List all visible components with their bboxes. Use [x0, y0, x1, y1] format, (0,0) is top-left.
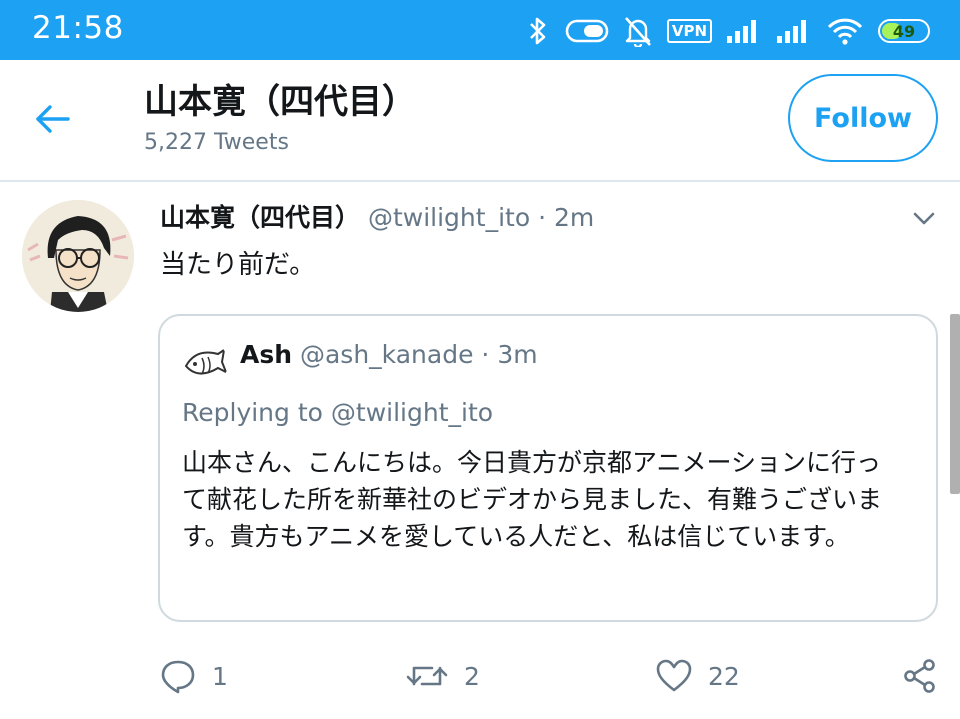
status-bar: 21:58 VPN 49: [0, 0, 960, 60]
like-button[interactable]: 22: [654, 656, 740, 696]
chevron-down-icon: [913, 212, 935, 225]
tweet-author-name[interactable]: 山本寛（四代目）: [160, 203, 360, 232]
signal-icon-1: [726, 18, 762, 44]
tweet-count: 5,227 Tweets: [144, 130, 289, 155]
battery-indicator: 49: [878, 19, 930, 43]
status-icons: VPN 49: [525, 14, 930, 48]
retweet-icon: [406, 666, 448, 686]
reply-count: 1: [212, 661, 228, 691]
quoted-time: 3m: [497, 340, 538, 369]
tweet-meta: 山本寛（四代目） @twilight_ito · 2m: [160, 198, 594, 234]
like-count: 22: [708, 661, 740, 691]
quoted-author-avatar: [182, 340, 228, 386]
retweet-count: 2: [464, 661, 480, 691]
profile-header: 山本寛（四代目） 5,227 Tweets Follow: [0, 60, 960, 182]
quoted-meta: Ash @ash_kanade · 3m: [240, 340, 538, 369]
mute-bell-icon: [623, 15, 653, 47]
bluetooth-icon: [525, 16, 551, 46]
quoted-author-handle: @ash_kanade: [299, 340, 474, 369]
reply-icon: [161, 660, 195, 694]
avatar-illustration: [22, 200, 134, 312]
tweet-author-handle[interactable]: @twilight_ito: [368, 203, 530, 232]
status-time: 21:58: [32, 10, 124, 46]
tweet-actions: 1 2 22: [0, 650, 960, 706]
tweet-text: 当たり前だ。: [160, 250, 316, 280]
tweet-separator: ·: [538, 203, 547, 232]
quoted-tweet[interactable]: Ash @ash_kanade · 3m Replying to @twilig…: [158, 314, 938, 622]
reply-button[interactable]: 1: [158, 656, 228, 696]
profile-name: 山本寛（四代目）: [144, 82, 416, 122]
back-button[interactable]: [26, 96, 80, 142]
quoted-text: 山本さん、こんにちは。今日貴方が京都アニメーションに行って献花した所を新華社のビ…: [182, 448, 883, 551]
tweet-time[interactable]: 2m: [554, 203, 594, 232]
share-button[interactable]: [900, 656, 940, 696]
quoted-replying-to: Replying to @twilight_ito: [182, 398, 494, 427]
quoted-separator: ·: [481, 340, 490, 369]
tweet-menu-button[interactable]: [906, 204, 942, 234]
share-icon: [904, 659, 935, 693]
author-avatar[interactable]: [22, 200, 134, 312]
vpn-badge: VPN: [666, 19, 712, 43]
wifi-icon: [826, 16, 864, 46]
battery-label: 49: [892, 21, 916, 41]
back-arrow-icon: [36, 105, 70, 133]
heart-icon: [656, 659, 692, 692]
battery-icon: 49: [878, 19, 930, 43]
scrollbar-thumb[interactable]: [950, 314, 960, 494]
retweet-button[interactable]: 2: [404, 656, 480, 696]
follow-button[interactable]: Follow: [788, 74, 938, 162]
signal-icon-2: [776, 18, 812, 44]
fish-illustration: [182, 340, 228, 386]
quoted-author-name: Ash: [240, 340, 293, 369]
toggle-icon: [565, 18, 609, 44]
